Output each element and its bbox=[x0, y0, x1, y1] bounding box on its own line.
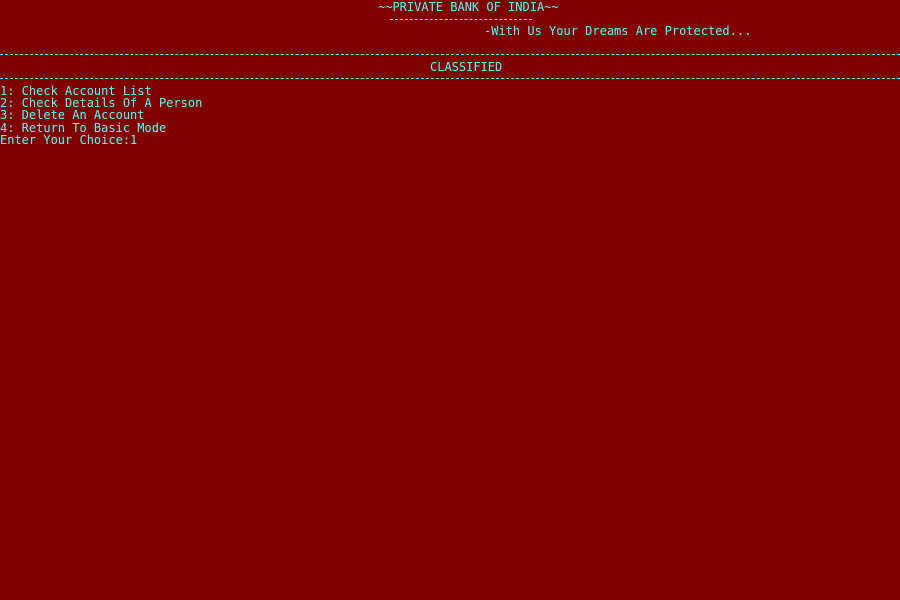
menu-item-delete-account: 3: Delete An Account bbox=[0, 108, 145, 123]
top-divider bbox=[0, 54, 900, 55]
section-title: CLASSIFIED bbox=[430, 60, 503, 74]
choice-input[interactable]: 1 bbox=[130, 133, 137, 147]
terminal-screen: ~~PRIVATE BANK OF INDIA~~ -With Us Your … bbox=[0, 0, 900, 600]
main-menu: 1: Check Account List 2: Check Details O… bbox=[0, 85, 202, 134]
bottom-divider bbox=[0, 78, 900, 79]
menu-item-return-basic-mode: 4: Return To Basic Mode bbox=[0, 120, 167, 135]
bank-title: ~~PRIVATE BANK OF INDIA~~ bbox=[378, 0, 559, 14]
tagline: -With Us Your Dreams Are Protected... bbox=[484, 24, 752, 38]
title-underline bbox=[390, 19, 532, 20]
choice-prompt[interactable]: Enter Your Choice:1 bbox=[0, 134, 137, 146]
choice-prompt-label: Enter Your Choice: bbox=[0, 133, 131, 147]
